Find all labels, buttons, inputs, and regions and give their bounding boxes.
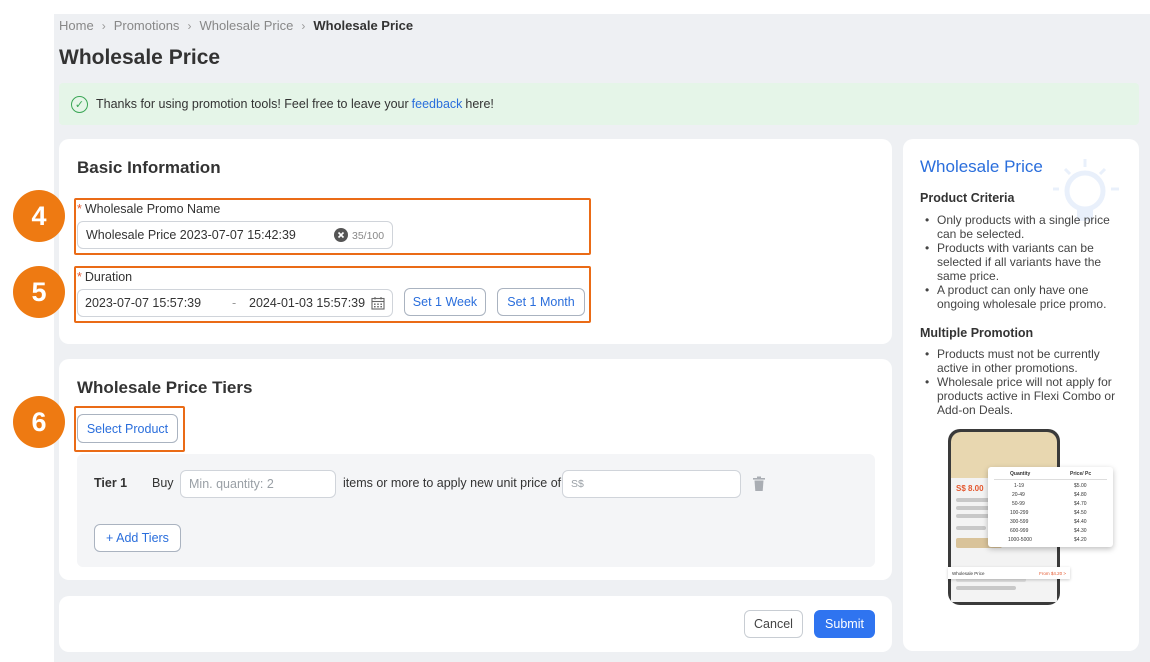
table-cell: 1000-5000 <box>1008 537 1032 543</box>
notice-text: Thanks for using promotion tools! Feel f… <box>96 97 409 111</box>
info-notice: ✓ Thanks for using promotion tools! Feel… <box>59 83 1139 125</box>
criteria-item: Products with variants can be selected i… <box>923 241 1123 283</box>
breadcrumb-current: Wholesale Price <box>313 18 414 33</box>
page-title: Wholesale Price <box>59 46 221 69</box>
strip-label: Wholesale Price <box>952 570 985 576</box>
product-criteria-heading: Product Criteria <box>920 191 1015 205</box>
table-cell: $4.40 <box>1074 519 1087 525</box>
multiple-item: Products must not be currently active in… <box>923 347 1123 375</box>
feedback-link[interactable]: feedback <box>412 97 463 111</box>
table-cell: 100-299 <box>1010 510 1029 516</box>
min-quantity-input[interactable]: Min. quantity: 2 <box>180 470 336 498</box>
table-cell: $4.30 <box>1074 528 1087 534</box>
tier-description: items or more to apply new unit price of <box>343 476 562 490</box>
table-header: Price/ Pc <box>1070 471 1092 477</box>
multiple-promotion-heading: Multiple Promotion <box>920 326 1034 340</box>
table-cell: 20-49 <box>1012 492 1025 498</box>
illustration-price: S$ 8.00 <box>956 484 984 493</box>
check-circle-icon: ✓ <box>71 95 88 113</box>
step-badge-6: 6 <box>13 396 65 448</box>
price-tier-table: Quantity Price/ Pc 1-19 $5.00 20-49 $4.80 … <box>988 467 1113 547</box>
table-header: Quantity <box>1010 471 1031 477</box>
min-quantity-placeholder: Min. quantity: 2 <box>189 477 274 491</box>
table-cell: 300-599 <box>1010 519 1029 525</box>
criteria-item: Only products with a single price can be… <box>923 213 1123 241</box>
unit-price-input[interactable]: S$ <box>562 470 741 498</box>
strip-value: From $4.20 > <box>1039 570 1066 576</box>
multiple-item: Wholesale price will not apply for produ… <box>923 375 1123 417</box>
breadcrumb-home[interactable]: Home <box>59 18 94 33</box>
breadcrumb-promotions[interactable]: Promotions <box>114 18 180 33</box>
highlight-promo-name <box>74 198 591 255</box>
tier-label: Tier 1 <box>94 476 128 490</box>
step-badge-4: 4 <box>13 190 65 242</box>
notice-text-end: here! <box>465 97 494 111</box>
criteria-item: A product can only have one ongoing whol… <box>923 283 1123 311</box>
sidebar-title: Wholesale Price <box>920 157 1043 176</box>
step-badge-5: 5 <box>13 266 65 318</box>
add-tiers-button[interactable]: + Add Tiers <box>94 524 181 552</box>
table-cell: $4.20 <box>1074 537 1087 543</box>
submit-button[interactable]: Submit <box>814 610 875 638</box>
table-cell: 1-19 <box>1014 483 1025 489</box>
table-cell: 600-999 <box>1010 528 1029 534</box>
cancel-button[interactable]: Cancel <box>744 610 803 638</box>
unit-price-placeholder: S$ <box>571 478 584 490</box>
table-cell: $5.00 <box>1074 483 1087 489</box>
breadcrumb-wholesale-price[interactable]: Wholesale Price <box>199 18 293 33</box>
wholesale-price-strip: Wholesale Price From $4.20 > <box>948 567 1070 579</box>
trash-icon[interactable] <box>752 476 766 492</box>
table-cell: $4.70 <box>1074 501 1087 507</box>
buy-label: Buy <box>152 476 174 490</box>
basic-information-title: Basic Information <box>77 158 221 177</box>
highlight-select-product <box>74 406 185 452</box>
product-criteria-list: Only products with a single price can be… <box>923 213 1123 311</box>
multiple-promotion-list: Products must not be currently active in… <box>923 347 1123 417</box>
chevron-right-icon: › <box>101 18 106 33</box>
table-cell: $4.80 <box>1074 492 1087 498</box>
chevron-right-icon: › <box>301 18 306 33</box>
wholesale-price-tiers-title: Wholesale Price Tiers <box>77 378 253 397</box>
highlight-duration <box>74 266 591 323</box>
breadcrumb: Home › Promotions › Wholesale Price › Wh… <box>59 18 413 33</box>
table-cell: $4.50 <box>1074 510 1087 516</box>
table-cell: 50-99 <box>1012 501 1025 507</box>
chevron-right-icon: › <box>187 18 192 33</box>
help-sidebar: Wholesale Price Product Criteria Only pr… <box>903 139 1139 651</box>
